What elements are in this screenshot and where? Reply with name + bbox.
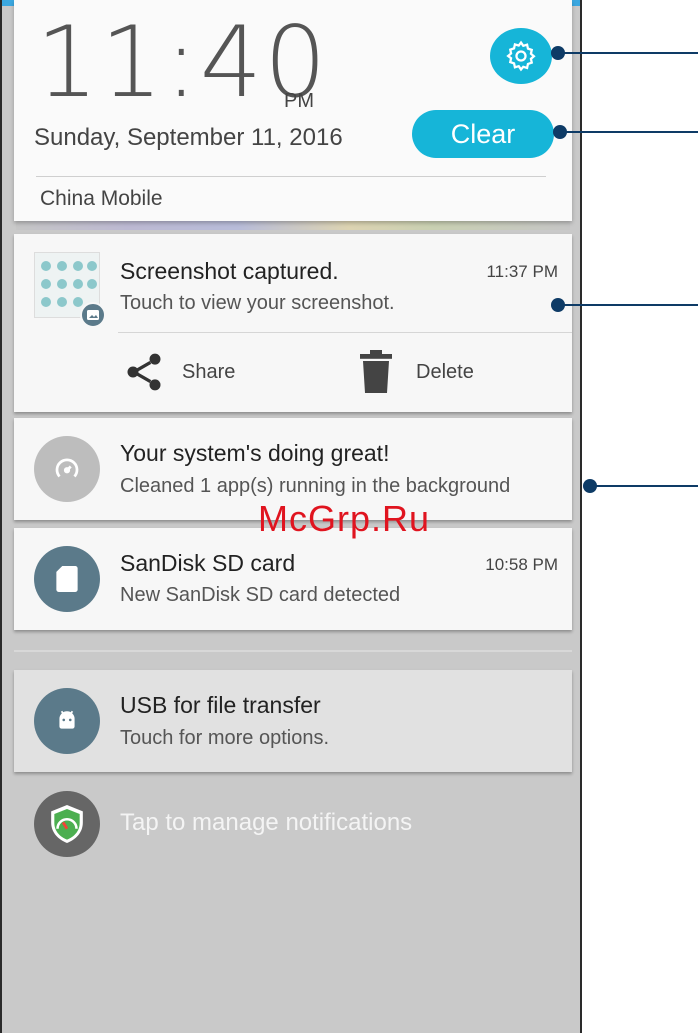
sd-card-icon <box>34 546 100 612</box>
watermark: McGrp.Ru <box>258 498 431 539</box>
notification-subtitle: Touch to view your screenshot. <box>120 292 395 314</box>
callout-line-settings <box>562 52 698 54</box>
share-label: Share <box>182 360 236 383</box>
delete-label: Delete <box>416 360 474 383</box>
gear-icon <box>506 40 536 72</box>
notification-screenshot[interactable]: Screenshot captured. 11:37 PM Touch to v… <box>14 234 572 412</box>
header-divider <box>36 176 546 177</box>
quick-header: 11:40 PM Sunday, September 11, 2016 Chin… <box>14 0 572 221</box>
settings-button[interactable] <box>490 28 552 84</box>
notification-subtitle: New SanDisk SD card detected <box>120 584 401 606</box>
callout-line-notification <box>562 304 698 306</box>
clear-button[interactable]: Clear <box>412 110 554 158</box>
notification-time: 11:37 PM <box>486 262 558 281</box>
section-divider <box>14 650 572 652</box>
notification-shade: 11:40 PM Sunday, September 11, 2016 Chin… <box>0 0 582 1033</box>
share-button[interactable]: Share <box>122 350 235 394</box>
manage-notifications-icon[interactable] <box>34 791 100 857</box>
notification-subtitle: Cleaned 1 app(s) running in the backgrou… <box>120 475 511 497</box>
notification-subtitle: Touch for more options. <box>120 727 329 749</box>
notification-title: USB for file transfer <box>120 692 321 718</box>
shield-icon <box>51 805 83 843</box>
delete-button[interactable]: Delete <box>358 350 474 394</box>
notification-time: 10:58 PM <box>485 555 558 574</box>
callout-line-clear <box>564 131 698 133</box>
manage-notifications-link[interactable]: Tap to manage notifications <box>120 809 412 837</box>
share-icon <box>127 353 161 391</box>
date-label: Sunday, September 11, 2016 <box>34 124 343 151</box>
notification-title: Your system's doing great! <box>120 440 390 466</box>
callout-line-system <box>594 485 698 487</box>
trash-icon <box>360 350 392 393</box>
notification-sdcard[interactable]: SanDisk SD card 10:58 PM New SanDisk SD … <box>14 528 572 630</box>
action-divider <box>118 332 572 333</box>
notification-title: Screenshot captured. <box>120 258 339 284</box>
clock-ampm: PM <box>284 90 314 112</box>
notification-title: SanDisk SD card <box>120 550 296 576</box>
notification-usb[interactable]: USB for file transfer Touch for more opt… <box>14 670 572 772</box>
carrier-label: China Mobile <box>40 187 163 210</box>
android-icon <box>34 688 100 754</box>
speed-booster-icon <box>34 436 100 502</box>
gallery-badge-icon <box>80 302 106 328</box>
